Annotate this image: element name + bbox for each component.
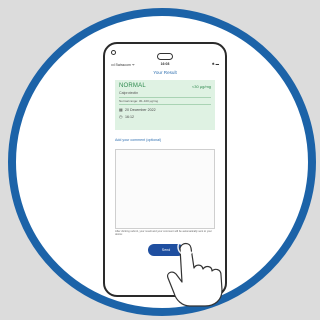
comment-textarea[interactable] [115,149,215,229]
normal-range: Normal range: 30–100 µg/mg [119,99,159,103]
status-bar: ıııl Swisscom ᯤ 16:08 ✱ ▬ [111,62,219,68]
calendar-icon: ▦ [119,107,123,112]
test-name: Calprotectin [119,91,139,95]
result-date: 20 December 2022 [125,108,156,112]
result-status: NORMAL [119,83,146,89]
result-card: NORMAL <30 µg/mg Calprotectin Normal ran… [115,80,215,130]
result-value: <30 µg/mg [191,84,211,89]
result-time: 16:12 [125,115,134,119]
clock-icon: ◷ [119,114,123,119]
divider [119,97,211,98]
submit-note: After clicking submit, your result and y… [115,230,212,237]
clock: 16:08 [160,62,170,66]
divider [119,104,211,105]
front-camera-icon [111,50,116,55]
battery-icon: ✱ ▬ [211,62,219,66]
page-title: Your Result [153,70,177,75]
comment-label: Add your comment (optional) [115,138,162,142]
time-row: ◷ 16:12 [119,114,134,119]
date-row: ▦ 20 December 2022 [119,107,156,112]
speaker-grille [157,53,173,60]
hand-pointer-icon [167,238,223,307]
